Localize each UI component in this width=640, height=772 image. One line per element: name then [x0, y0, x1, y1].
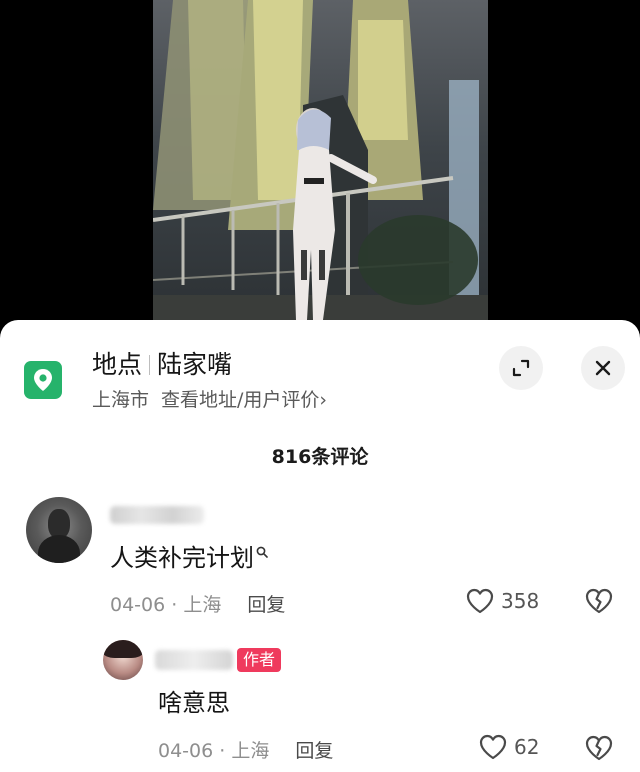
- comment-location: 上海: [183, 594, 222, 616]
- reply-text: 啥意思: [158, 689, 230, 717]
- comment-count: 816条评论: [271, 446, 369, 468]
- heart-outline-icon: [466, 588, 494, 614]
- expand-button[interactable]: [499, 346, 543, 390]
- location-city: 上海市: [92, 389, 150, 411]
- like-button[interactable]: 62: [478, 733, 539, 761]
- location-title[interactable]: 地点 陆家嘴: [92, 348, 232, 382]
- comment-meta: 04-06 · 上海 回复: [110, 594, 286, 616]
- cityscape-image: [153, 0, 488, 330]
- username-blurred[interactable]: [155, 650, 233, 670]
- dislike-button[interactable]: [584, 587, 614, 619]
- view-address-link[interactable]: 查看地址/用户评价: [161, 389, 319, 411]
- broken-heart-icon: [585, 588, 613, 614]
- screen: 地点 陆家嘴 上海市 查看地址/用户评价› 816条评论 人类补完计划 04-0…: [0, 0, 640, 772]
- like-count: 62: [514, 735, 540, 759]
- location-category: 地点: [92, 350, 143, 379]
- reply-location: 上海: [231, 740, 270, 762]
- location-name: 陆家嘴: [157, 350, 233, 379]
- reply-button[interactable]: 回复: [247, 594, 285, 616]
- close-button[interactable]: [581, 346, 625, 390]
- chevron-right-icon: ›: [319, 389, 328, 411]
- location-subtitle[interactable]: 上海市 查看地址/用户评价›: [92, 386, 327, 414]
- comment-text: 人类补完计划: [110, 538, 268, 573]
- dislike-button[interactable]: [584, 734, 614, 766]
- map-pin-icon: [24, 361, 62, 399]
- post-photo[interactable]: [153, 0, 488, 330]
- close-icon: [595, 360, 611, 376]
- avatar[interactable]: [103, 640, 143, 680]
- avatar[interactable]: [26, 497, 92, 563]
- search-icon[interactable]: [256, 546, 268, 558]
- username-blurred[interactable]: [110, 506, 204, 524]
- broken-heart-icon: [585, 735, 613, 761]
- like-count: 358: [501, 589, 540, 613]
- like-button[interactable]: 358: [465, 587, 539, 615]
- expand-icon: [512, 359, 530, 377]
- location-comments-sheet: 地点 陆家嘴 上海市 查看地址/用户评价› 816条评论 人类补完计划 04-0…: [0, 320, 640, 772]
- reply-button[interactable]: 回复: [295, 740, 333, 762]
- title-divider: [149, 355, 151, 375]
- heart-outline-icon: [479, 734, 507, 760]
- author-badge: 作者: [237, 648, 282, 672]
- comment-date: 04-06: [110, 594, 166, 616]
- reply-meta: 04-06 · 上海 回复: [158, 740, 334, 762]
- reply-date: 04-06: [158, 740, 214, 762]
